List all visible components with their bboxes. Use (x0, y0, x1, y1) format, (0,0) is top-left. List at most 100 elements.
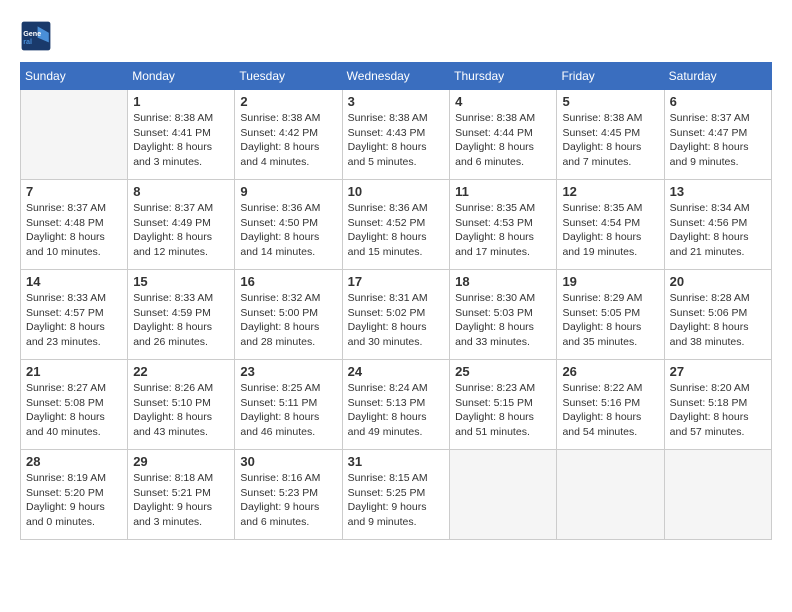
calendar-header-wednesday: Wednesday (342, 63, 449, 90)
day-number: 30 (240, 454, 336, 469)
day-number: 15 (133, 274, 229, 289)
day-info: Sunrise: 8:18 AMSunset: 5:21 PMDaylight:… (133, 471, 229, 530)
calendar-cell: 28 Sunrise: 8:19 AMSunset: 5:20 PMDayligh… (21, 450, 128, 540)
day-number: 2 (240, 94, 336, 109)
day-number: 23 (240, 364, 336, 379)
calendar-cell: 7 Sunrise: 8:37 AMSunset: 4:48 PMDaylight… (21, 180, 128, 270)
calendar-cell: 6 Sunrise: 8:37 AMSunset: 4:47 PMDaylight… (664, 90, 771, 180)
day-info: Sunrise: 8:16 AMSunset: 5:23 PMDaylight:… (240, 471, 336, 530)
calendar-cell: 2 Sunrise: 8:38 AMSunset: 4:42 PMDaylight… (235, 90, 342, 180)
day-number: 31 (348, 454, 444, 469)
day-number: 5 (562, 94, 658, 109)
calendar-header-sunday: Sunday (21, 63, 128, 90)
calendar-cell: 10 Sunrise: 8:36 AMSunset: 4:52 PMDayligh… (342, 180, 449, 270)
day-number: 25 (455, 364, 551, 379)
calendar-cell: 1Sunrise: 8:38 AMSunset: 4:41 PMDaylight… (128, 90, 235, 180)
calendar-cell: 19 Sunrise: 8:29 AMSunset: 5:05 PMDayligh… (557, 270, 664, 360)
day-info: Sunrise: 8:37 AMSunset: 4:49 PMDaylight:… (133, 201, 229, 260)
calendar-cell: 11 Sunrise: 8:35 AMSunset: 4:53 PMDayligh… (450, 180, 557, 270)
day-info: Sunrise: 8:23 AMSunset: 5:15 PMDaylight:… (455, 381, 551, 440)
calendar-cell: 5 Sunrise: 8:38 AMSunset: 4:45 PMDaylight… (557, 90, 664, 180)
day-number: 7 (26, 184, 122, 199)
day-info: Sunrise: 8:36 AMSunset: 4:52 PMDaylight:… (348, 201, 444, 260)
svg-text:ral: ral (23, 37, 32, 46)
day-number: 10 (348, 184, 444, 199)
calendar-cell: 27 Sunrise: 8:20 AMSunset: 5:18 PMDayligh… (664, 360, 771, 450)
day-info: Sunrise: 8:34 AMSunset: 4:56 PMDaylight:… (670, 201, 766, 260)
calendar-cell: 8 Sunrise: 8:37 AMSunset: 4:49 PMDaylight… (128, 180, 235, 270)
day-number: 4 (455, 94, 551, 109)
calendar-cell (664, 450, 771, 540)
day-info: Sunrise: 8:25 AMSunset: 5:11 PMDaylight:… (240, 381, 336, 440)
day-info: Sunrise: 8:15 AMSunset: 5:25 PMDaylight:… (348, 471, 444, 530)
day-info: Sunrise: 8:20 AMSunset: 5:18 PMDaylight:… (670, 381, 766, 440)
day-info: Sunrise: 8:33 AMSunset: 4:59 PMDaylight:… (133, 291, 229, 350)
calendar-week-4: 21 Sunrise: 8:27 AMSunset: 5:08 PMDayligh… (21, 360, 772, 450)
calendar-cell: 21 Sunrise: 8:27 AMSunset: 5:08 PMDayligh… (21, 360, 128, 450)
day-info: Sunrise: 8:38 AMSunset: 4:41 PMDaylight:… (133, 111, 229, 170)
calendar-cell: 22 Sunrise: 8:26 AMSunset: 5:10 PMDayligh… (128, 360, 235, 450)
day-number: 22 (133, 364, 229, 379)
day-number: 26 (562, 364, 658, 379)
calendar-header-tuesday: Tuesday (235, 63, 342, 90)
day-info: Sunrise: 8:24 AMSunset: 5:13 PMDaylight:… (348, 381, 444, 440)
calendar-week-2: 7 Sunrise: 8:37 AMSunset: 4:48 PMDaylight… (21, 180, 772, 270)
calendar-cell (21, 90, 128, 180)
day-number: 11 (455, 184, 551, 199)
calendar-header-row: SundayMondayTuesdayWednesdayThursdayFrid… (21, 63, 772, 90)
day-info: Sunrise: 8:29 AMSunset: 5:05 PMDaylight:… (562, 291, 658, 350)
calendar-cell: 3 Sunrise: 8:38 AMSunset: 4:43 PMDaylight… (342, 90, 449, 180)
calendar-header-saturday: Saturday (664, 63, 771, 90)
calendar-week-5: 28 Sunrise: 8:19 AMSunset: 5:20 PMDayligh… (21, 450, 772, 540)
day-info: Sunrise: 8:38 AMSunset: 4:42 PMDaylight:… (240, 111, 336, 170)
calendar-table: SundayMondayTuesdayWednesdayThursdayFrid… (20, 62, 772, 540)
calendar-cell: 12 Sunrise: 8:35 AMSunset: 4:54 PMDayligh… (557, 180, 664, 270)
day-number: 6 (670, 94, 766, 109)
calendar-cell: 15 Sunrise: 8:33 AMSunset: 4:59 PMDayligh… (128, 270, 235, 360)
day-number: 28 (26, 454, 122, 469)
calendar-header-friday: Friday (557, 63, 664, 90)
day-number: 16 (240, 274, 336, 289)
day-info: Sunrise: 8:22 AMSunset: 5:16 PMDaylight:… (562, 381, 658, 440)
calendar-cell: 24 Sunrise: 8:24 AMSunset: 5:13 PMDayligh… (342, 360, 449, 450)
day-info: Sunrise: 8:38 AMSunset: 4:45 PMDaylight:… (562, 111, 658, 170)
day-number: 29 (133, 454, 229, 469)
day-info: Sunrise: 8:31 AMSunset: 5:02 PMDaylight:… (348, 291, 444, 350)
day-info: Sunrise: 8:35 AMSunset: 4:53 PMDaylight:… (455, 201, 551, 260)
calendar-cell: 4Sunrise: 8:38 AMSunset: 4:44 PMDaylight… (450, 90, 557, 180)
day-info: Sunrise: 8:19 AMSunset: 5:20 PMDaylight:… (26, 471, 122, 530)
day-info: Sunrise: 8:27 AMSunset: 5:08 PMDaylight:… (26, 381, 122, 440)
calendar-cell: 30 Sunrise: 8:16 AMSunset: 5:23 PMDayligh… (235, 450, 342, 540)
day-number: 20 (670, 274, 766, 289)
calendar-week-1: 1Sunrise: 8:38 AMSunset: 4:41 PMDaylight… (21, 90, 772, 180)
page-header: Gene ral (20, 20, 772, 52)
day-number: 27 (670, 364, 766, 379)
day-number: 8 (133, 184, 229, 199)
day-number: 24 (348, 364, 444, 379)
day-number: 21 (26, 364, 122, 379)
day-number: 18 (455, 274, 551, 289)
day-info: Sunrise: 8:26 AMSunset: 5:10 PMDaylight:… (133, 381, 229, 440)
day-info: Sunrise: 8:38 AMSunset: 4:43 PMDaylight:… (348, 111, 444, 170)
day-number: 9 (240, 184, 336, 199)
calendar-header-monday: Monday (128, 63, 235, 90)
calendar-cell: 13Sunrise: 8:34 AMSunset: 4:56 PMDayligh… (664, 180, 771, 270)
day-info: Sunrise: 8:28 AMSunset: 5:06 PMDaylight:… (670, 291, 766, 350)
day-number: 17 (348, 274, 444, 289)
calendar-header-thursday: Thursday (450, 63, 557, 90)
day-number: 12 (562, 184, 658, 199)
calendar-cell: 16 Sunrise: 8:32 AMSunset: 5:00 PMDayligh… (235, 270, 342, 360)
calendar-cell: 29 Sunrise: 8:18 AMSunset: 5:21 PMDayligh… (128, 450, 235, 540)
calendar-cell: 9Sunrise: 8:36 AMSunset: 4:50 PMDaylight… (235, 180, 342, 270)
day-info: Sunrise: 8:32 AMSunset: 5:00 PMDaylight:… (240, 291, 336, 350)
day-number: 3 (348, 94, 444, 109)
day-number: 14 (26, 274, 122, 289)
day-number: 19 (562, 274, 658, 289)
calendar-week-3: 14Sunrise: 8:33 AMSunset: 4:57 PMDayligh… (21, 270, 772, 360)
day-info: Sunrise: 8:37 AMSunset: 4:48 PMDaylight:… (26, 201, 122, 260)
calendar-cell: 17 Sunrise: 8:31 AMSunset: 5:02 PMDayligh… (342, 270, 449, 360)
day-info: Sunrise: 8:37 AMSunset: 4:47 PMDaylight:… (670, 111, 766, 170)
calendar-cell: 18Sunrise: 8:30 AMSunset: 5:03 PMDayligh… (450, 270, 557, 360)
day-info: Sunrise: 8:35 AMSunset: 4:54 PMDaylight:… (562, 201, 658, 260)
calendar-cell: 14Sunrise: 8:33 AMSunset: 4:57 PMDayligh… (21, 270, 128, 360)
